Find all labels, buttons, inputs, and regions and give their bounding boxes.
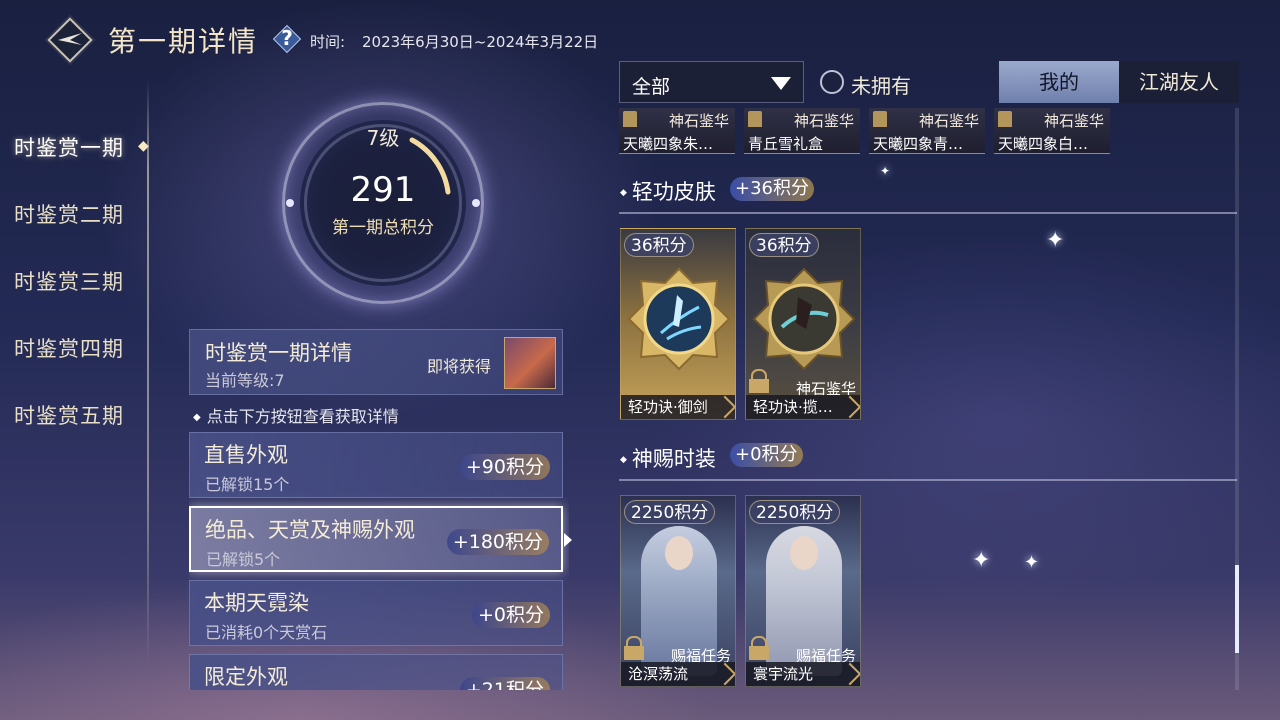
hint-text: ◆ 点击下方按钮查看获取详情	[193, 407, 399, 426]
selected-arrow-icon	[564, 533, 572, 547]
points-badge: +0积分	[730, 443, 803, 467]
section-title: ◆ 轻功皮肤	[620, 180, 716, 204]
lock-icon	[998, 111, 1012, 127]
nav-item-period-3[interactable]: 时鉴赏三期	[14, 266, 124, 296]
level-text: 7级	[366, 126, 400, 150]
back-arrow-icon	[58, 33, 82, 45]
item-card[interactable]: 36积分 神石鉴华 轻功诀·揽…	[745, 228, 861, 420]
period-detail-panel[interactable]: 时鉴赏一期详情 当前等级:7 即将获得	[189, 329, 563, 395]
filter-dropdown[interactable]: 全部	[619, 61, 804, 103]
item-card[interactable]: 2250积分 赐福任务 沧溟荡流	[620, 495, 736, 687]
points-badge: +21积分	[459, 677, 550, 690]
section-divider	[619, 212, 1237, 214]
nav-item-period-5[interactable]: 时鉴赏五期	[14, 400, 124, 430]
points-badge: +36积分	[730, 177, 814, 201]
chevron-down-icon	[771, 77, 791, 90]
nav-item-period-2[interactable]: 时鉴赏二期	[14, 199, 124, 229]
item-card[interactable]: 神石鉴华 天曦四象青…	[869, 108, 985, 154]
nav-item-period-4[interactable]: 时鉴赏四期	[14, 333, 124, 363]
total-score-label: 第一期总积分	[332, 218, 434, 238]
tab-friends[interactable]: 江湖友人	[1119, 61, 1239, 103]
item-card[interactable]: 2250积分 赐福任务 寰宇流光	[745, 495, 861, 687]
category-limited[interactable]: 限定外观 +21积分	[189, 654, 563, 690]
reward-thumbnail[interactable]	[504, 337, 556, 389]
category-direct-sale[interactable]: 直售外观 已解锁15个 +90积分	[189, 432, 563, 498]
points-badge: +90积分	[459, 454, 550, 480]
sparkle-icon: ✦	[1046, 228, 1065, 253]
sparkle-icon: ✦	[1024, 552, 1040, 573]
item-card[interactable]: 神石鉴华 天曦四象白…	[994, 108, 1110, 154]
section-divider	[619, 479, 1237, 481]
time-range: 2023年6月30日~2024年3月22日	[362, 33, 599, 51]
points-badge: +0积分	[471, 602, 550, 628]
help-icon[interactable]: ?	[272, 24, 302, 54]
scrollbar-thumb[interactable]	[1235, 565, 1239, 653]
total-score: 291	[350, 170, 416, 210]
lock-icon	[623, 111, 637, 127]
coming-soon-label: 即将获得	[427, 357, 492, 376]
lock-icon	[748, 111, 762, 127]
sparkle-icon: ✦	[972, 548, 991, 573]
time-label: 时间:	[310, 33, 346, 51]
category-dye[interactable]: 本期天霓染 已消耗0个天赏石 +0积分	[189, 580, 563, 646]
category-list: 直售外观 已解锁15个 +90积分 绝品、天赏及神赐外观 已解锁5个 +180积…	[189, 432, 569, 690]
tab-mine[interactable]: 我的	[999, 61, 1119, 103]
active-marker-icon: ◆	[138, 138, 149, 154]
nav-divider	[147, 80, 149, 665]
sparkle-icon: ✦	[880, 164, 891, 178]
back-button[interactable]	[47, 17, 93, 63]
item-card[interactable]: 36积分 轻功诀·御剑	[620, 228, 736, 420]
item-card[interactable]: 神石鉴华 天曦四象朱…	[619, 108, 735, 154]
current-level: 当前等级:7	[205, 371, 285, 390]
detail-title: 时鉴赏一期详情	[205, 341, 352, 365]
lock-icon	[873, 111, 887, 127]
nav-item-period-1[interactable]: 时鉴赏一期	[14, 132, 124, 162]
qinggong-emblem-icon	[627, 267, 731, 371]
unowned-toggle[interactable]: 未拥有	[820, 70, 930, 98]
item-card[interactable]: 神石鉴华 青丘雪礼盒	[744, 108, 860, 154]
points-badge: +180积分	[446, 529, 549, 555]
radio-icon	[820, 70, 844, 94]
page-title: 第一期详情	[108, 25, 259, 58]
qinggong-emblem-icon	[752, 267, 856, 371]
category-premium[interactable]: 绝品、天赏及神赐外观 已解锁5个 +180积分	[189, 506, 563, 572]
section-title: ◆ 神赐时装	[620, 447, 716, 471]
